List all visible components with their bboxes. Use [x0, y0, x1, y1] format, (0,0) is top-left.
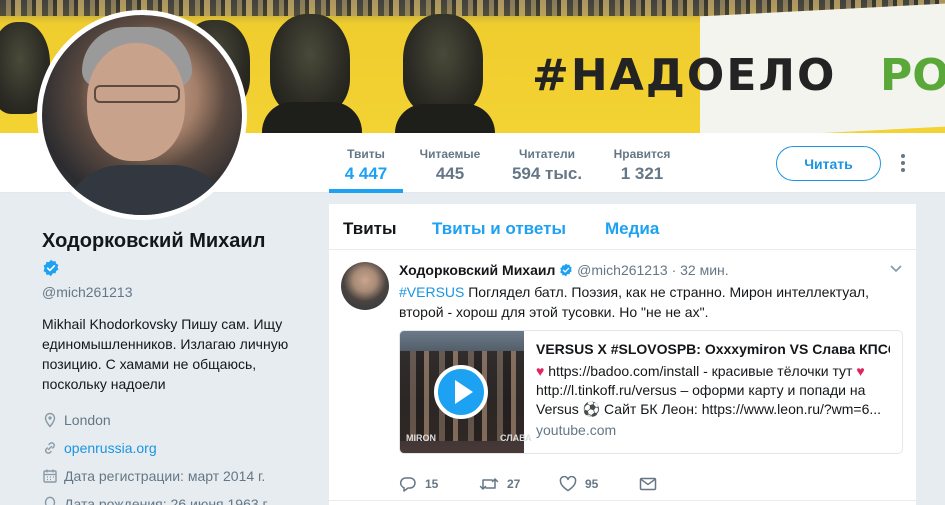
tab-tweets[interactable]: Твиты	[343, 219, 396, 239]
follow-button[interactable]: Читать	[776, 146, 881, 181]
tweet-avatar[interactable]	[341, 262, 389, 310]
retweet-icon	[479, 478, 499, 490]
tweet-hashtag[interactable]: #VERSUS	[399, 284, 464, 300]
retweet-action[interactable]: 27	[479, 476, 520, 492]
card-thumbnail[interactable]: MIRON СЛАВА	[400, 331, 532, 453]
timeline-tabs: Твиты Твиты и ответы Медиа	[329, 204, 916, 250]
tweet[interactable]: Ходорковский Михаил @mich261213 · 32 мин…	[329, 250, 916, 505]
stat-label: Читатели	[519, 147, 575, 161]
stat-likes[interactable]: Нравится 1 321	[605, 147, 679, 184]
profile-meta: London openrussia.org Дата регистрации: …	[42, 406, 312, 505]
stat-followers[interactable]: Читатели 594 тыс.	[505, 147, 589, 184]
profile-avatar[interactable]	[37, 10, 247, 220]
link-icon	[45, 442, 55, 454]
banner-suit	[262, 102, 362, 133]
link-card[interactable]: MIRON СЛАВА VERSUS X #SLOVOSPB: Oxxxymir…	[399, 330, 903, 454]
like-count: 95	[585, 477, 599, 491]
calendar-icon	[43, 469, 57, 483]
banner-suit	[395, 104, 495, 133]
avatar-glasses	[94, 85, 180, 103]
profile-handle[interactable]: @mich261213	[42, 284, 312, 300]
card-body: VERSUS X #SLOVOSPB: Oxxxymiron VS Слава …	[524, 331, 902, 453]
card-description: ♥ https://badoo.com/install - красивые т…	[536, 362, 890, 419]
joined-text: Дата регистрации: март 2014 г.	[64, 468, 266, 484]
thumbnail-label-right: СЛАВА	[500, 433, 532, 443]
stat-value: 1 321	[620, 164, 664, 183]
message-action[interactable]	[639, 476, 665, 492]
avatar-body	[62, 165, 232, 215]
retweet-count: 27	[507, 477, 521, 491]
profile-bio: Mikhail Khodorkovsky Пишу сам. Ищу едино…	[42, 316, 289, 392]
envelope-icon	[639, 477, 657, 491]
profile-birthday: Дата рождения: 26 июня 1963 г.	[42, 490, 312, 505]
profile-joined: Дата регистрации: март 2014 г.	[42, 462, 312, 490]
stat-label: Твиты	[347, 147, 385, 161]
tweet-text: #VERSUS Поглядел батл. Поэзия, как не ст…	[399, 282, 899, 322]
reply-action[interactable]: 15	[399, 476, 438, 492]
profile-website: openrussia.org	[42, 434, 312, 462]
card-desc-line3: Сайт БК Леон: https://www.leon.ru/?wm=6.…	[600, 401, 882, 417]
stat-following[interactable]: Читаемые 445	[413, 147, 487, 184]
banner-extra-text: РО	[880, 50, 945, 101]
card-title: VERSUS X #SLOVOSPB: Oxxxymiron VS Слава …	[536, 341, 890, 357]
verified-badge-icon	[43, 259, 59, 277]
reply-icon	[399, 477, 416, 492]
card-desc-line1: https://badoo.com/install - красивые тёл…	[544, 363, 857, 379]
tweet-timestamp[interactable]: 32 мин.	[680, 262, 729, 278]
profile-card: Ходорковский Михаил @mich261213 Mikhail …	[42, 230, 312, 505]
balloon-icon	[44, 496, 56, 505]
profile-location: London	[42, 406, 312, 434]
soccer-ball-icon: ⚽	[582, 401, 601, 417]
card-domain: youtube.com	[536, 422, 617, 438]
verified-badge-icon	[560, 263, 573, 277]
thumbnail-label-left: MIRON	[406, 433, 436, 443]
like-action[interactable]: 95	[559, 476, 598, 492]
location-pin-icon	[44, 412, 56, 428]
birthday-text: Дата рождения: 26 июня 1963 г.	[64, 496, 270, 505]
tweet-header: Ходорковский Михаил @mich261213 · 32 мин…	[399, 262, 729, 278]
stat-value: 445	[435, 164, 465, 183]
tweet-author-name[interactable]: Ходорковский Михаил	[399, 262, 555, 278]
banner-face	[270, 14, 350, 114]
stat-tweets[interactable]: Твиты 4 447	[329, 147, 403, 184]
tab-tweets-and-replies[interactable]: Твиты и ответы	[432, 219, 566, 239]
timeline: Твиты Твиты и ответы Медиа Ходорковский …	[329, 204, 916, 505]
stat-active-indicator	[329, 189, 403, 193]
more-options-icon[interactable]	[895, 152, 911, 174]
profile-name[interactable]: Ходорковский Михаил	[42, 230, 312, 253]
stat-value: 4 447	[344, 164, 388, 183]
tweet-author-handle[interactable]: @mich261213	[577, 262, 668, 278]
tweet-body: Поглядел батл. Поэзия, как не странно. М…	[399, 284, 869, 320]
location-text: London	[64, 412, 111, 428]
heart-emoji-icon: ♥	[856, 363, 865, 379]
stat-label: Нравится	[613, 147, 671, 161]
tweet-actions: 15 27 95	[399, 476, 699, 496]
play-icon[interactable]	[434, 365, 488, 419]
tweet-separator: ·	[671, 262, 677, 278]
tab-media[interactable]: Медиа	[605, 219, 659, 239]
tweet-divider	[329, 500, 916, 501]
banner-hashtag: #НАДОЕЛО	[532, 50, 837, 101]
heart-icon	[559, 476, 577, 492]
banner-face	[403, 14, 483, 114]
stat-value: 594 тыс.	[511, 164, 583, 183]
chevron-down-icon[interactable]	[889, 264, 903, 274]
reply-count: 15	[425, 477, 439, 491]
website-link[interactable]: openrussia.org	[64, 440, 157, 456]
stat-label: Читаемые	[419, 147, 481, 161]
